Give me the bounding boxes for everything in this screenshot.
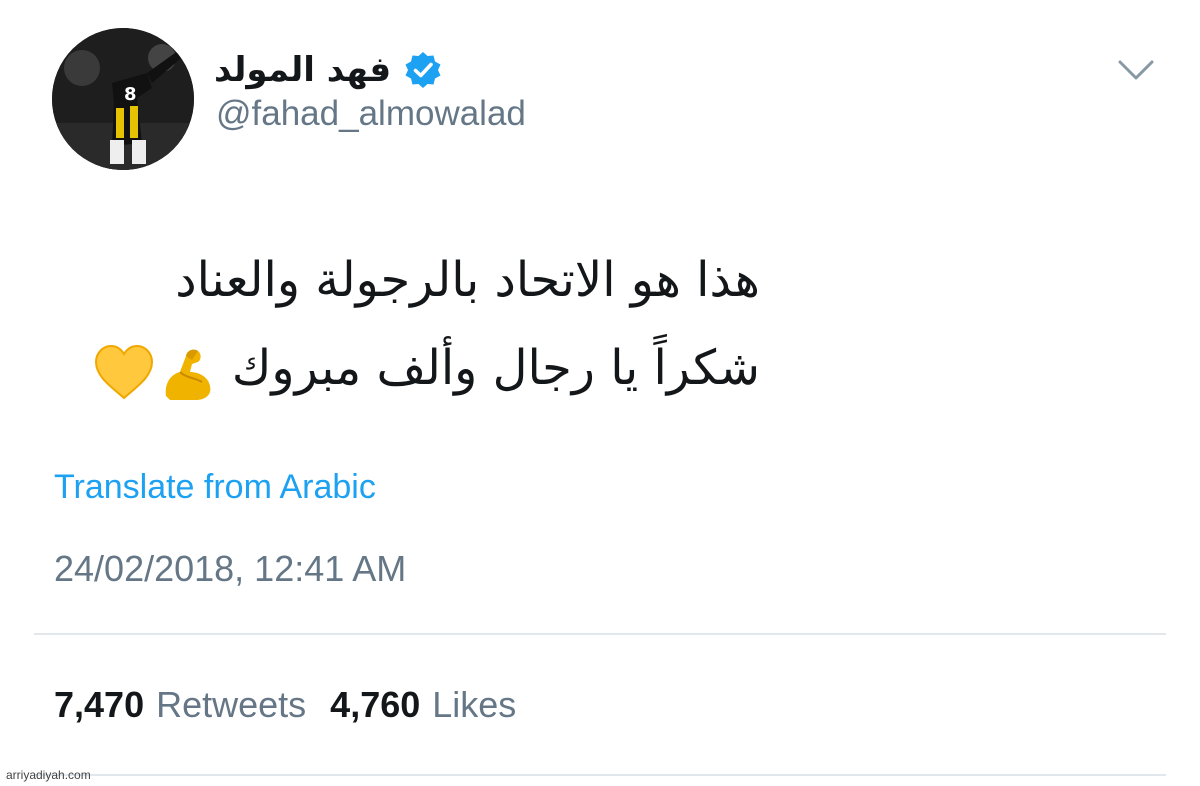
likes-count: 4,760 — [330, 684, 421, 725]
tweet-text-line-2-text: شكراً يا رجال وألف مبروك — [231, 340, 760, 396]
divider — [34, 633, 1166, 635]
chevron-down-icon[interactable] — [1116, 56, 1156, 86]
translate-link[interactable]: Translate from Arabic — [54, 468, 376, 507]
retweets-stat[interactable]: 7,470 Retweets — [54, 684, 306, 726]
avatar-image: 8 — [52, 28, 194, 170]
yellow-heart-icon — [94, 344, 153, 400]
tweet-text-line-1: هذا هو الاتحاد بالرجولة والعناد — [175, 252, 760, 308]
retweets-label: Retweets — [156, 684, 307, 725]
user-name-row[interactable]: فهد المولد — [214, 44, 443, 96]
retweets-count: 7,470 — [54, 684, 145, 725]
avatar[interactable]: 8 — [52, 28, 194, 170]
divider — [34, 774, 1166, 776]
verified-badge-icon — [405, 52, 441, 88]
likes-label: Likes — [432, 684, 517, 725]
tweet-timestamp[interactable]: 24/02/2018, 12:41 AM — [54, 548, 406, 590]
likes-stat[interactable]: 4,760 Likes — [330, 684, 516, 726]
svg-text:8: 8 — [124, 84, 137, 105]
emoji-row — [92, 327, 220, 415]
tweet-text-line-2: شكراً يا رجال وألف مبروك — [40, 324, 760, 415]
display-name[interactable]: فهد المولد — [214, 50, 391, 90]
user-handle[interactable]: @fahad_almowalad — [216, 94, 526, 134]
tweet-text: هذا هو الاتحاد بالرجولة والعناد شكراً يا… — [40, 236, 760, 415]
tweet-stats: 7,470 Retweets 4,760 Likes — [54, 684, 530, 726]
flexed-biceps-icon — [165, 349, 211, 400]
watermark: arriyadiyah.com — [6, 768, 91, 782]
